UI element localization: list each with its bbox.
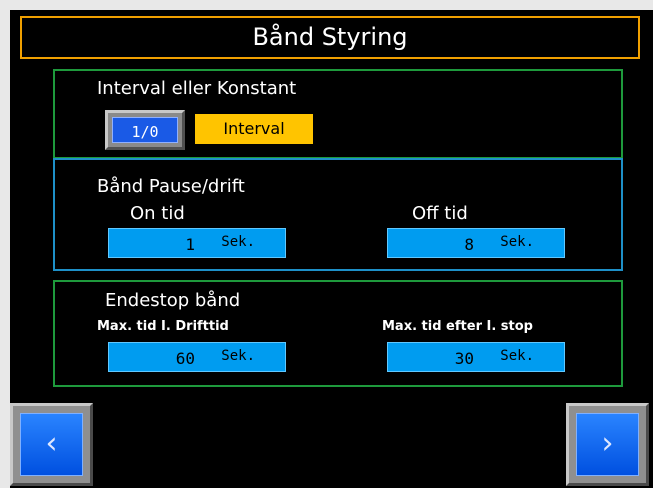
on-time-field[interactable]: 1 Sek. (108, 228, 286, 258)
interval-heading: Interval eller Konstant (97, 78, 297, 99)
max-drift-unit: Sek. (221, 348, 255, 364)
mode-status-badge: Interval (195, 114, 313, 144)
chevron-left-icon: ‹ (20, 413, 83, 476)
max-drift-value: 60 (175, 349, 195, 368)
max-stop-unit: Sek. (500, 348, 534, 364)
pause-heading: Bånd Pause/drift (97, 176, 245, 197)
off-time-unit: Sek. (500, 234, 534, 250)
max-stop-field[interactable]: 30 Sek. (387, 342, 565, 372)
max-drift-label: Max. tid I. Drifttid (97, 319, 229, 334)
next-page-button[interactable]: › (566, 403, 649, 486)
chevron-right-icon: › (576, 413, 639, 476)
max-drift-field[interactable]: 60 Sek. (108, 342, 286, 372)
on-time-unit: Sek. (221, 234, 255, 250)
prev-page-button[interactable]: ‹ (10, 403, 93, 486)
off-time-value: 8 (464, 235, 474, 254)
interval-toggle-button[interactable]: 1/0 (105, 110, 185, 150)
on-time-value: 1 (185, 235, 195, 254)
toggle-button-label: 1/0 (112, 117, 178, 143)
off-time-field[interactable]: 8 Sek. (387, 228, 565, 258)
off-time-label: Off tid (412, 203, 468, 224)
on-time-label: On tid (130, 203, 185, 224)
endstop-heading: Endestop bånd (105, 290, 241, 311)
max-stop-value: 30 (454, 349, 474, 368)
max-stop-label: Max. tid efter I. stop (382, 319, 533, 334)
hmi-screen: Bånd Styring Interval eller Konstant 1/0… (10, 10, 653, 488)
page-title: Bånd Styring (20, 16, 640, 59)
